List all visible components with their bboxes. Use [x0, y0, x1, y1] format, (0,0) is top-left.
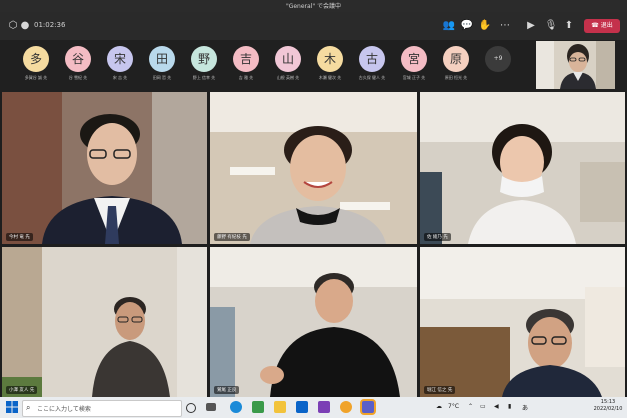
participant-avatar[interactable]: 谷 — [65, 46, 91, 72]
participant-avatar-name: 木瀬 健次 先 — [318, 75, 342, 80]
video-tile[interactable]: 堀江 信之 先 — [420, 247, 625, 397]
video-tile[interactable]: 鷲尾 正良 — [210, 247, 417, 397]
video-tile[interactable]: 今村 竜 先 — [2, 92, 207, 244]
search-icon: ⌕ — [26, 403, 31, 412]
participant-video — [420, 92, 625, 244]
clock-date: 2022/02/10 — [593, 406, 623, 412]
windows-icon[interactable] — [6, 401, 18, 413]
self-view-photo — [536, 41, 615, 89]
cloud-icon: ☁ — [436, 403, 442, 410]
participant-video — [2, 92, 207, 244]
video-tile[interactable]: 藤野 有紀枝 先 — [210, 92, 417, 244]
windows-taskbar: ⌕ ここに入力して検索 ☁ 7°C ⌃ ▭ ◀ ▮ あ 15:13 2022/0… — [0, 397, 627, 418]
video-tile[interactable]: 佐 綾乃 先 — [420, 92, 625, 244]
meeting-toolbar: ⬡ ● 01:02:36 👥 💬 ✋ ⋯ ▶ 🎙 ⬆ ☎ 退出 — [0, 12, 627, 40]
task-view-icon[interactable] — [206, 403, 216, 411]
volume-icon[interactable]: ◀ — [494, 403, 499, 410]
window-title: "General" で会議中 — [285, 3, 342, 10]
video-grid: 今村 竜 先 藤野 有紀枝 先 佐 綾乃 先 小澤 友人 先 鷲尾 正良 堀江 … — [0, 92, 627, 397]
phone-icon: ☎ — [591, 22, 599, 29]
participant-avatar[interactable]: 田 — [149, 46, 175, 72]
participant-avatar[interactable]: 木 — [317, 46, 343, 72]
participant-avatar[interactable]: 山 — [275, 46, 301, 72]
participant-avatar-name: 多賀谷 誠 先 — [24, 75, 48, 80]
participant-avatar[interactable]: 多 — [23, 46, 49, 72]
mail-icon[interactable] — [296, 401, 308, 413]
participant-name: 今村 竜 先 — [6, 233, 33, 241]
taskbar-clock[interactable]: 15:13 2022/02/10 — [592, 399, 624, 413]
participant-video — [210, 92, 417, 244]
participant-avatar-name: 吉 雅 先 — [238, 75, 254, 80]
participant-avatar[interactable]: 宋 — [107, 46, 133, 72]
chrome-icon[interactable] — [340, 401, 352, 413]
taskbar-search-box[interactable]: ⌕ ここに入力して検索 — [22, 400, 182, 417]
participant-avatar-name: 野上 信幸 先 — [192, 75, 216, 80]
language-icon[interactable]: あ — [522, 403, 528, 412]
tray-chevron-icon[interactable]: ⌃ — [468, 403, 473, 410]
onenote-icon[interactable] — [318, 401, 330, 413]
file-explorer-icon[interactable] — [274, 401, 286, 413]
title-bar: "General" で会議中 — [0, 0, 627, 12]
search-placeholder: ここに入力して検索 — [37, 406, 91, 413]
participant-video — [420, 247, 625, 397]
more-participants-button[interactable]: +9 — [485, 46, 511, 72]
participant-name: 藤野 有紀枝 先 — [214, 233, 250, 241]
participant-avatar[interactable]: 野 — [191, 46, 217, 72]
participant-avatar-name: 谷 雪紀 先 — [68, 75, 88, 80]
teams-icon[interactable] — [362, 401, 374, 413]
self-view[interactable] — [536, 41, 615, 89]
participant-avatar-name: 古久保 健人 先 — [358, 75, 386, 80]
participant-strip: 多多賀谷 誠 先 谷谷 雪紀 先 宋宋 吉 先 田田岡 哲 先 野野上 信幸 先 吉吉 雅… — [0, 40, 627, 92]
meeting-timer: 01:02:36 — [34, 21, 66, 29]
more-options-icon[interactable]: ⋯ — [498, 19, 512, 33]
participant-avatar-name: 宮城 正子 先 — [402, 75, 426, 80]
participant-avatar[interactable]: 古 — [359, 46, 385, 72]
participant-name: 小澤 友人 先 — [6, 386, 38, 394]
clock-time: 15:13 — [600, 399, 616, 405]
participant-video — [210, 247, 417, 397]
video-icon[interactable]: ▶ — [524, 19, 538, 33]
participant-name: 鷲尾 正良 — [214, 386, 240, 394]
participant-avatar-name: 山根 英樹 先 — [276, 75, 300, 80]
recording-dot-icon: ● — [20, 20, 30, 31]
video-tile[interactable]: 小澤 友人 先 — [2, 247, 207, 397]
edge-icon[interactable] — [230, 401, 242, 413]
network-icon[interactable]: ▭ — [480, 403, 486, 410]
store-icon[interactable] — [252, 401, 264, 413]
weather-temp: 7°C — [448, 403, 460, 410]
cortana-icon[interactable] — [186, 403, 196, 413]
participant-avatar[interactable]: 原 — [443, 46, 469, 72]
participant-avatar[interactable]: 宮 — [401, 46, 427, 72]
mic-icon[interactable]: 🎙 — [544, 19, 558, 33]
people-icon[interactable]: 👥 — [442, 19, 456, 33]
battery-icon[interactable]: ▮ — [508, 403, 511, 410]
participant-name: 佐 綾乃 先 — [424, 233, 451, 241]
leave-button[interactable]: ☎ 退出 — [584, 19, 620, 33]
participant-avatar[interactable]: 吉 — [233, 46, 259, 72]
participant-video — [2, 247, 207, 397]
participant-avatar-name: 田岡 哲 先 — [152, 75, 172, 80]
participant-avatar-name: 宋 吉 先 — [112, 75, 128, 80]
share-icon[interactable]: ⬆ — [562, 19, 576, 33]
leave-label: 退出 — [600, 22, 613, 29]
raise-hand-icon[interactable]: ✋ — [478, 19, 492, 33]
participant-avatar-name: 原田 恒光 先 — [444, 75, 468, 80]
participant-name: 堀江 信之 先 — [424, 386, 456, 394]
chat-icon[interactable]: 💬 — [460, 19, 474, 33]
